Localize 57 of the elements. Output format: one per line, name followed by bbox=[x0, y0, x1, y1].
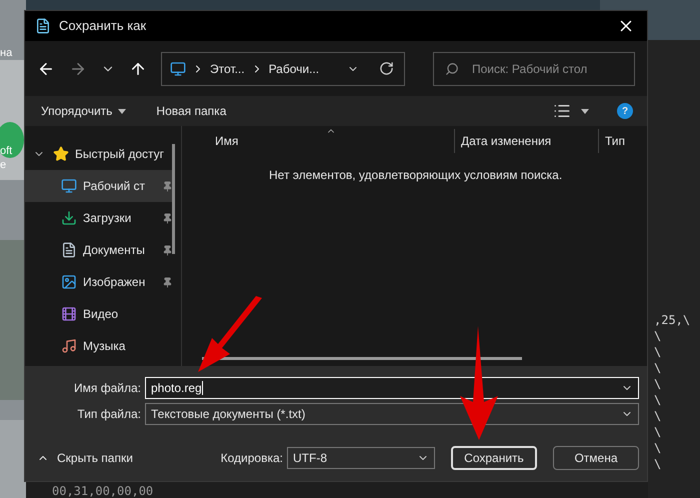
sidebar-item[interactable]: Музыка bbox=[25, 330, 175, 362]
save-button[interactable]: Сохранить bbox=[451, 446, 537, 470]
desktop-icon-label: oft bbox=[0, 146, 12, 157]
monitor-icon bbox=[170, 60, 186, 76]
code-line: ,25,\ bbox=[653, 312, 690, 328]
sidebar-item[interactable]: Изображен bbox=[25, 266, 175, 298]
file-type-dropdown[interactable]: Текстовые документы (*.txt) bbox=[145, 403, 639, 425]
encoding-dropdown[interactable]: UTF-8 bbox=[287, 447, 435, 469]
film-icon bbox=[61, 306, 77, 322]
code-line: \ bbox=[653, 360, 662, 376]
column-header[interactable]: Имя bbox=[182, 132, 454, 150]
desktop-icon-label: на bbox=[0, 48, 12, 59]
code-line: 00,31,00,00,00 bbox=[52, 484, 154, 498]
desktop-icon-label: e bbox=[0, 160, 6, 171]
hide-folders-button[interactable]: Скрыть папки bbox=[25, 449, 133, 467]
file-name-field[interactable]: photo.reg bbox=[145, 377, 639, 399]
sidebar-item[interactable]: Загрузки bbox=[25, 202, 175, 234]
scrollbar-thumb[interactable] bbox=[172, 144, 175, 254]
horizontal-scrollbar[interactable] bbox=[202, 357, 522, 360]
sidebar-item[interactable]: Документы bbox=[25, 234, 175, 266]
empty-message: Нет элементов, удовлетворяющих условиям поиска. bbox=[269, 167, 562, 184]
code-line: \ bbox=[653, 392, 662, 408]
code-line: \ bbox=[653, 408, 662, 424]
window-title: Сохранить как bbox=[59, 17, 146, 36]
music-icon bbox=[61, 338, 77, 354]
code-line: \ bbox=[653, 328, 662, 344]
cancel-button[interactable]: Отмена bbox=[553, 446, 639, 470]
field-label: Тип файла: bbox=[76, 406, 142, 423]
organize-button[interactable]: Упорядочить bbox=[41, 102, 126, 120]
search-icon bbox=[445, 62, 459, 76]
document-icon bbox=[61, 242, 77, 258]
dropdown-icon bbox=[118, 108, 126, 114]
view-icon[interactable] bbox=[553, 102, 571, 120]
star-icon bbox=[53, 146, 69, 162]
download-icon bbox=[61, 210, 77, 226]
image-icon bbox=[61, 274, 77, 290]
code-line: \ bbox=[653, 344, 662, 360]
field-label: Кодировка: bbox=[220, 450, 284, 467]
column-header[interactable]: Тип bbox=[598, 129, 626, 153]
code-line: \ bbox=[653, 440, 662, 456]
notepad-icon bbox=[35, 18, 51, 34]
breadcrumb[interactable]: Рабочи... bbox=[268, 60, 320, 78]
monitor-icon bbox=[61, 178, 77, 194]
code-line: \ bbox=[653, 456, 662, 472]
breadcrumb[interactable]: Этот... bbox=[210, 60, 245, 78]
search-field[interactable]: Поиск: Рабочий стол bbox=[433, 52, 635, 86]
dropdown-icon[interactable] bbox=[581, 108, 589, 114]
address-bar[interactable]: Этот... Рабочи... bbox=[161, 52, 405, 86]
code-line: \ bbox=[653, 424, 662, 440]
field-label: Имя файла: bbox=[73, 380, 142, 397]
sidebar-item[interactable]: Видео bbox=[25, 298, 175, 330]
column-header[interactable]: Дата изменения bbox=[454, 129, 598, 153]
new-folder-button[interactable]: Новая папка bbox=[156, 102, 226, 120]
code-line: \ bbox=[653, 376, 662, 392]
sidebar-group[interactable]: Быстрый достуг bbox=[25, 138, 175, 170]
sidebar-item[interactable]: Рабочий ст bbox=[25, 170, 175, 202]
refresh-icon[interactable] bbox=[379, 61, 394, 76]
